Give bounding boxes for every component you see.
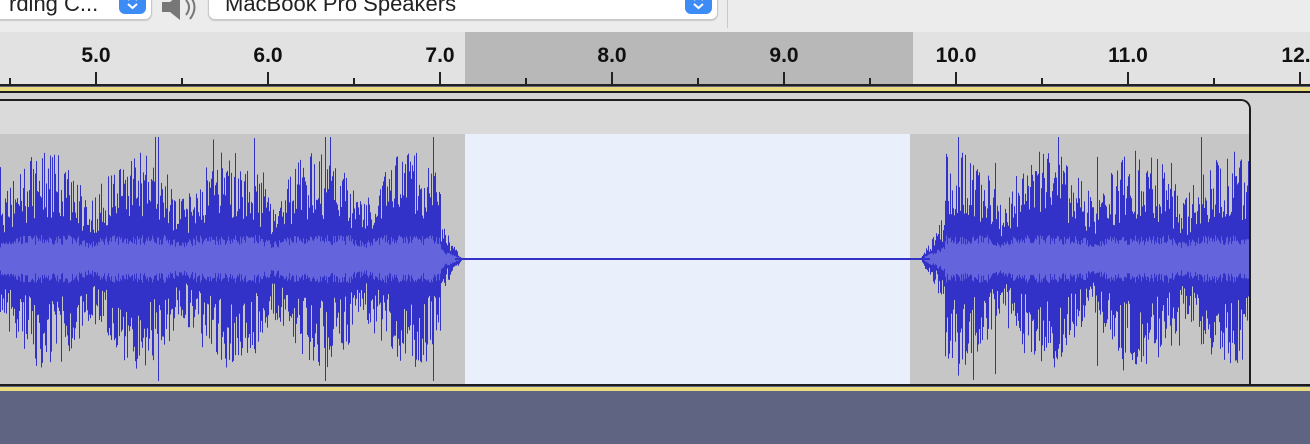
ruler-label: 9.0 bbox=[769, 44, 799, 67]
playback-device-label: MacBook Pro Speakers bbox=[225, 0, 457, 16]
ruler-label: 11.0 bbox=[1108, 44, 1148, 67]
ruler-tick bbox=[1213, 78, 1215, 84]
track-bottom-border bbox=[0, 387, 1310, 391]
recording-device-dropdown[interactable]: rding C... bbox=[0, 0, 152, 20]
toolbar-separator bbox=[727, 0, 728, 28]
ruler-tick bbox=[181, 78, 183, 84]
track-bottom-line bbox=[0, 384, 1310, 386]
ruler-tick bbox=[353, 78, 355, 84]
ruler-tick bbox=[1127, 72, 1129, 84]
ruler-tick bbox=[95, 72, 97, 84]
ruler-tick bbox=[611, 72, 613, 84]
chevron-updown-icon bbox=[119, 0, 146, 14]
ruler-label: 6.0 bbox=[253, 44, 283, 67]
ruler-selection bbox=[465, 32, 913, 86]
ruler-label: 12. bbox=[1281, 44, 1310, 67]
ruler-tick bbox=[9, 78, 11, 84]
ruler-tick bbox=[1041, 78, 1043, 84]
device-toolbar: rding C... MacBook Pro Speakers bbox=[0, 0, 1310, 33]
ruler-tick bbox=[267, 72, 269, 84]
ruler-tick bbox=[869, 78, 871, 84]
ruler-tick bbox=[525, 78, 527, 84]
ruler-baseline bbox=[0, 84, 1310, 86]
ruler-tick bbox=[955, 72, 957, 84]
ruler-label: 5.0 bbox=[81, 44, 111, 67]
ruler-label: 10.0 bbox=[935, 44, 977, 67]
chevron-updown-icon bbox=[685, 0, 712, 14]
waveform bbox=[0, 137, 1249, 381]
ruler-tick bbox=[697, 78, 699, 84]
ruler-tick bbox=[439, 72, 441, 84]
ruler-tick bbox=[783, 72, 785, 84]
recording-device-label: rding C... bbox=[9, 0, 99, 16]
ruler-tick bbox=[1299, 72, 1301, 84]
speaker-icon bbox=[162, 0, 196, 20]
clip-title-bar-selection bbox=[465, 101, 910, 134]
timeline-ruler[interactable]: 5.0 6.0 7.0 8.0 9.0 10.0 11.0 12. bbox=[0, 32, 1310, 86]
ruler-label: 8.0 bbox=[597, 44, 627, 67]
ruler-label: 7.0 bbox=[425, 44, 455, 67]
empty-track-area[interactable] bbox=[0, 394, 1310, 444]
playback-device-dropdown[interactable]: MacBook Pro Speakers bbox=[208, 0, 718, 20]
